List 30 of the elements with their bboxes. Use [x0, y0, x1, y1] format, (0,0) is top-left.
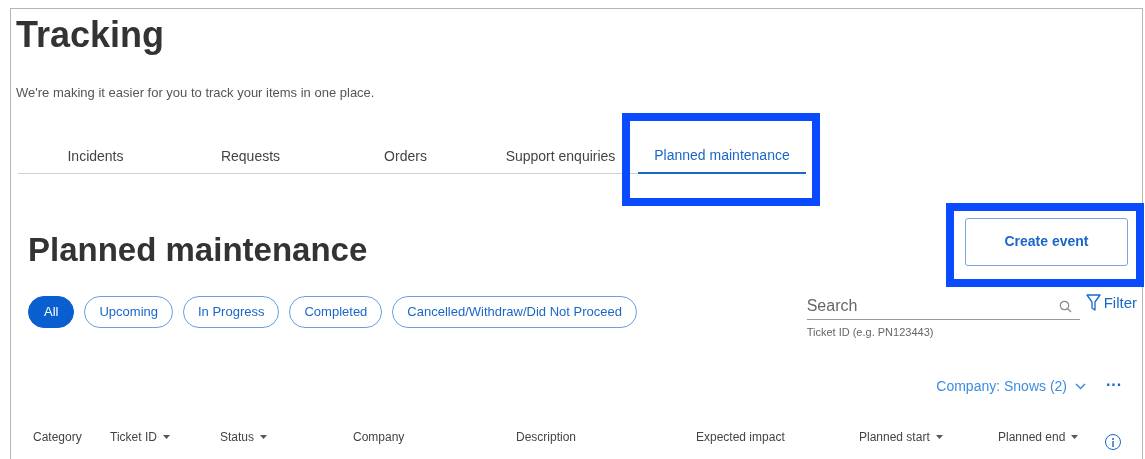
filter-icon	[1085, 294, 1101, 312]
column-header: Description	[516, 429, 578, 446]
sortable-column-header[interactable]: Planned end	[998, 428, 1105, 446]
chevron-down-icon	[1075, 383, 1086, 390]
status-filter-chip[interactable]: In Progress	[183, 295, 280, 328]
search-helper-text: Ticket ID (e.g. PN123443)	[806, 324, 934, 340]
sortable-column-header[interactable]: Planned start	[859, 428, 998, 446]
section-title: Planned maintenance	[28, 229, 368, 270]
tab[interactable]: Requests	[173, 139, 328, 174]
column-header: Expected impact	[696, 429, 786, 446]
company-filter-dropdown[interactable]: Company: Snows (2)	[936, 376, 1086, 397]
status-filter-chip[interactable]: Upcoming	[84, 295, 173, 328]
status-filter-chip[interactable]: Completed	[289, 295, 383, 328]
filter-button[interactable]: Filter	[1085, 291, 1137, 314]
sortable-column-header[interactable]: Status	[220, 428, 353, 446]
column-header: Company	[353, 429, 406, 446]
tab[interactable]: Planned maintenance	[638, 139, 806, 174]
status-filter-chip[interactable]: All	[28, 295, 75, 328]
create-event-button[interactable]: Create event	[965, 217, 1128, 266]
tab[interactable]: Incidents	[18, 139, 173, 174]
sortable-column-header[interactable]: Ticket ID	[110, 428, 220, 446]
tab[interactable]: Orders	[328, 139, 483, 174]
tab[interactable]: Support enquiries	[483, 139, 638, 174]
more-options-button[interactable]: ···	[1106, 376, 1122, 393]
search-icon	[1058, 299, 1072, 313]
page-title: Tracking	[16, 13, 165, 57]
page-subtitle: We're making it easier for you to track your items in one place.	[16, 84, 375, 102]
search-field[interactable]: Search	[806, 293, 1047, 319]
column-header: Category	[33, 429, 83, 446]
status-filter-chip[interactable]: Cancelled/Withdraw/Did Not Proceed	[392, 295, 637, 328]
